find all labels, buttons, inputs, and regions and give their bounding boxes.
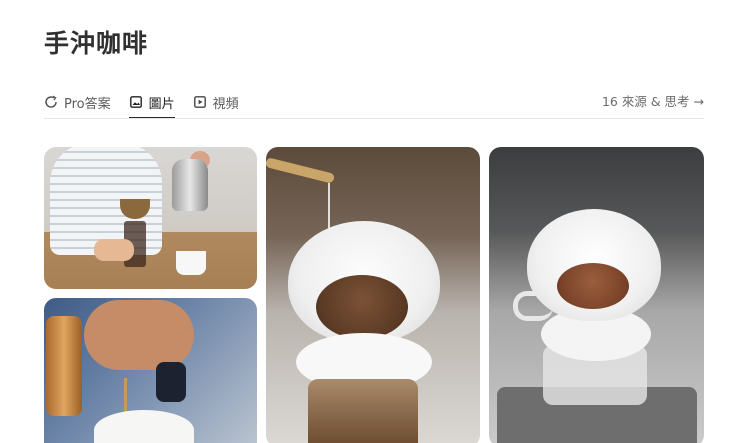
- tab-pro-answer-label: Pro答案: [64, 96, 111, 112]
- tab-videos[interactable]: 視頻: [193, 86, 239, 118]
- tab-pro-answer[interactable]: Pro答案: [44, 86, 111, 118]
- image-icon: [129, 95, 143, 109]
- pro-answer-icon: [44, 95, 58, 109]
- image-pouring-kettle[interactable]: [44, 298, 257, 443]
- divider: [44, 118, 704, 119]
- tab-videos-label: 視頻: [212, 96, 239, 112]
- tab-images-label: 圖片: [148, 96, 175, 112]
- tab-images[interactable]: 圖片: [128, 86, 175, 119]
- video-icon: [193, 95, 207, 109]
- image-pour-over-brewing[interactable]: [44, 147, 257, 289]
- sources-link[interactable]: 16 來源 & 思考 →: [602, 91, 704, 110]
- tab-bar: Pro答案 圖片 視頻: [44, 86, 239, 119]
- image-v60-grounds[interactable]: [266, 147, 480, 443]
- image-dripper-on-scale[interactable]: [489, 147, 704, 443]
- page-title: 手沖咖啡: [44, 29, 149, 58]
